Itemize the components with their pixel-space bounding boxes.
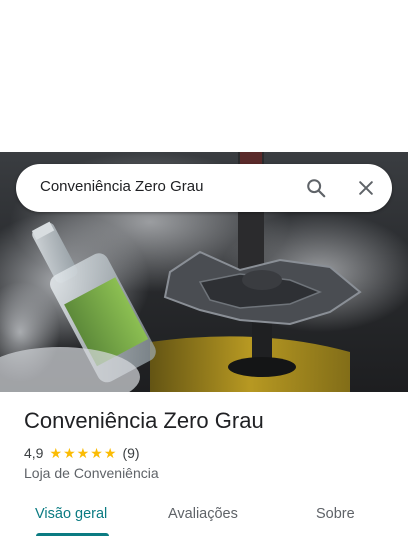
tab-about[interactable]: Sobre	[316, 492, 355, 536]
close-icon[interactable]	[352, 174, 380, 202]
search-icon[interactable]	[302, 174, 330, 202]
rating-value: 4,9	[24, 445, 44, 461]
star-icon: ★	[63, 445, 76, 461]
place-title: Conveniência Zero Grau	[24, 408, 264, 433]
star-rating: ★ ★ ★ ★ ★	[49, 446, 117, 460]
blank-map-area	[0, 0, 408, 152]
tab-overview[interactable]: Visão geral	[35, 492, 107, 536]
tab-reviews[interactable]: Avaliações	[168, 492, 238, 536]
search-input[interactable]: Conveniência Zero Grau	[40, 178, 203, 195]
place-tabs: Visão geral Avaliações Sobre	[0, 492, 408, 544]
rating-row[interactable]: 4,9 ★ ★ ★ ★ ★ (9)	[24, 444, 140, 462]
place-category[interactable]: Loja de Conveniência	[24, 465, 159, 481]
star-icon: ★	[76, 445, 90, 461]
search-bar[interactable]: Conveniência Zero Grau	[16, 164, 392, 212]
review-count[interactable]: (9)	[122, 445, 139, 461]
active-tab-indicator	[36, 533, 109, 536]
star-icon: ★	[90, 445, 103, 461]
star-icon: ★	[103, 445, 117, 461]
star-icon: ★	[49, 445, 63, 461]
